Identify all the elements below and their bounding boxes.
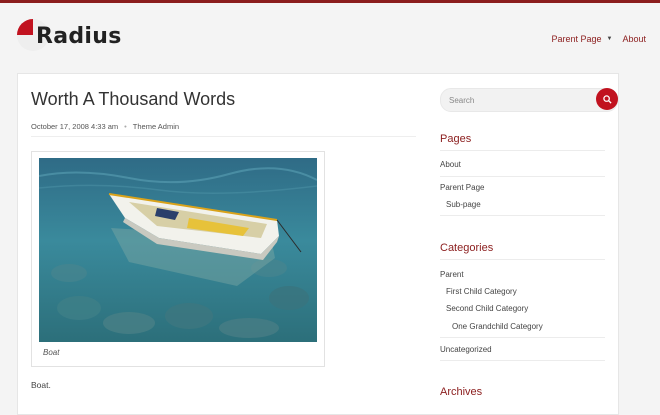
post-author[interactable]: Theme Admin [133, 122, 179, 131]
post-title[interactable]: Worth A Thousand Words [31, 89, 235, 110]
nav-label: Parent Page [551, 34, 602, 44]
site-name: Radius [36, 24, 122, 49]
category-link-uncategorized[interactable]: Uncategorized [440, 345, 492, 354]
search-button[interactable] [596, 88, 618, 110]
page-link-about[interactable]: About [440, 160, 461, 169]
caret-down-icon: ▼ [606, 36, 613, 42]
post-body: Boat. [31, 380, 51, 390]
nav-label: About [622, 34, 646, 44]
divider [440, 360, 605, 361]
post-date[interactable]: October 17, 2008 4:33 am [31, 122, 118, 131]
post-meta: October 17, 2008 4:33 am • Theme Admin [31, 122, 179, 131]
nav-item-about[interactable]: About [622, 34, 646, 44]
category-link-second-child[interactable]: Second Child Category [446, 304, 528, 313]
main-nav: Parent Page ▼ About [551, 34, 646, 44]
divider [440, 176, 605, 177]
top-accent-bar [0, 0, 660, 3]
page-link-sub-page[interactable]: Sub-page [446, 200, 481, 209]
boat-image[interactable] [39, 158, 317, 342]
widget-title-pages: Pages [440, 133, 472, 145]
divider [440, 215, 605, 216]
site-logo[interactable]: Radius [16, 18, 126, 54]
category-link-first-child[interactable]: First Child Category [446, 287, 517, 296]
meta-separator: • [124, 122, 127, 131]
divider [440, 337, 605, 338]
search-input[interactable] [449, 89, 599, 111]
search-form [440, 88, 618, 112]
category-link-parent[interactable]: Parent [440, 270, 464, 279]
widget-title-categories: Categories [440, 242, 494, 254]
divider [440, 150, 605, 151]
divider [31, 136, 416, 137]
divider [440, 259, 605, 260]
nav-item-parent-page[interactable]: Parent Page ▼ [551, 34, 612, 44]
page-link-parent-page[interactable]: Parent Page [440, 183, 484, 192]
post-figure: Boat [31, 151, 325, 367]
search-icon [602, 94, 612, 104]
widget-title-archives: Archives [440, 386, 483, 398]
category-link-grandchild[interactable]: One Grandchild Category [452, 322, 543, 331]
figure-caption: Boat [43, 348, 60, 357]
sidebar: Pages About Parent Page Sub-page Categor… [428, 73, 619, 415]
post-content: Worth A Thousand Words October 17, 2008 … [17, 73, 430, 415]
